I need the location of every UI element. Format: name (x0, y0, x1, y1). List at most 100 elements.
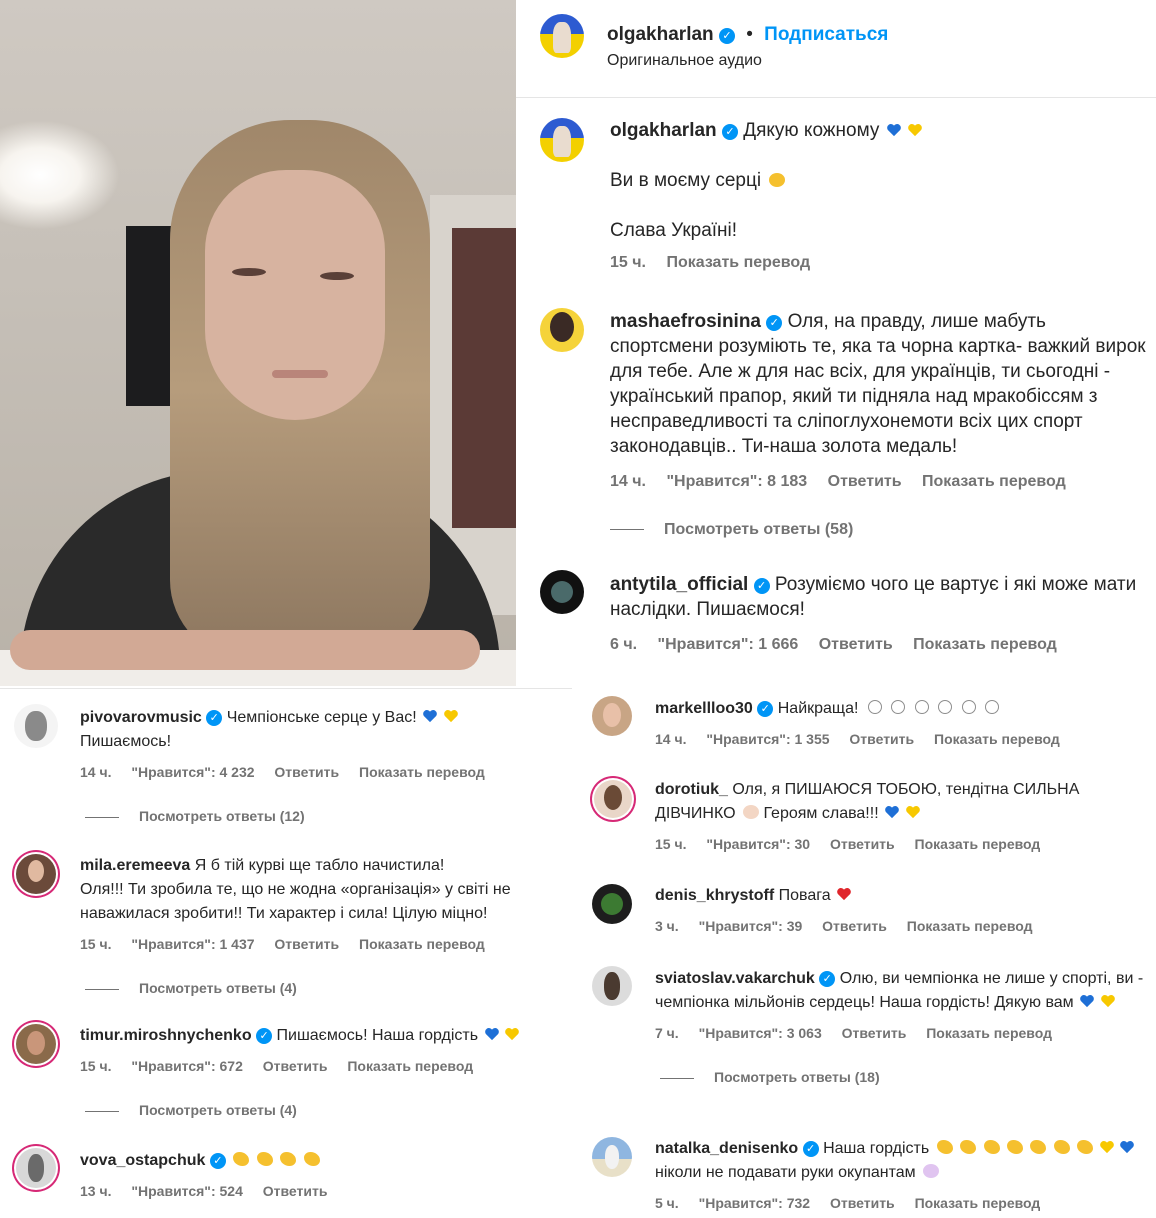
commenter-username[interactable]: antytila_official (610, 574, 748, 595)
clapping-hands-icon (280, 1152, 297, 1166)
caption-translate-link[interactable]: Показать перевод (666, 254, 810, 271)
commenter-username[interactable]: pivovarovmusic (80, 709, 202, 726)
comment-likes[interactable]: "Нравится": 8 183 (666, 473, 807, 490)
commenter-avatar[interactable] (592, 696, 632, 736)
reply-button[interactable]: Ответить (274, 936, 339, 952)
commenter-avatar[interactable] (592, 1137, 632, 1177)
translate-link[interactable]: Показать перевод (926, 1025, 1052, 1041)
comment-body: denis_khrystoff Повага 3 ч. "Нравится": … (655, 884, 1145, 938)
commenter-avatar[interactable] (16, 1148, 56, 1188)
reply-button[interactable]: Ответить (830, 1195, 895, 1211)
commenter-username[interactable]: natalka_denisenko (655, 1140, 798, 1157)
comment-time: 15 ч. (80, 936, 112, 952)
comment-text-block: natalka_denisenko ✓ Наша гордість (655, 1137, 1145, 1161)
blue-heart-icon (885, 806, 899, 819)
comment-body: mila.eremeeva Я б тій курві ще табло нач… (80, 854, 560, 1000)
comment-likes[interactable]: "Нравится": 3 063 (699, 1025, 822, 1041)
comment-text-block: markellloo30 ✓ Найкраща! (655, 697, 1145, 721)
commenter-username[interactable]: mila.eremeeva (80, 857, 190, 874)
commenter-username[interactable]: vova_ostapchuk (80, 1152, 205, 1169)
commenter-username[interactable]: denis_khrystoff (655, 887, 774, 904)
commenter-username[interactable]: dorotiuk_ (655, 781, 728, 798)
commenter-avatar[interactable] (14, 704, 58, 748)
comment-likes[interactable]: "Нравится": 524 (131, 1183, 242, 1199)
commenter-username[interactable]: markellloo30 (655, 700, 753, 717)
reply-button[interactable]: Ответить (849, 731, 914, 747)
translate-link[interactable]: Показать перевод (907, 918, 1033, 934)
comment-meta: 15 ч. "Нравится": 30 Ответить Показать п… (655, 832, 1145, 856)
translate-link[interactable]: Показать перевод (347, 1058, 473, 1074)
reply-button[interactable]: Ответить (822, 918, 887, 934)
caption-avatar[interactable] (540, 118, 584, 162)
reply-button[interactable]: Ответить (819, 636, 893, 653)
comment-text-block: antytila_official ✓ Розуміємо чого це ва… (610, 572, 1150, 622)
comment-likes[interactable]: "Нравится": 1 666 (658, 636, 799, 653)
caption-text-3: Слава Україні! (610, 220, 738, 241)
header-username[interactable]: olgakharlan (607, 24, 714, 45)
comment-likes[interactable]: "Нравится": 30 (706, 836, 810, 852)
commenter-username[interactable]: timur.miroshnychenko (80, 1027, 252, 1044)
commenter-username[interactable]: mashaefrosinina (610, 311, 761, 332)
comment-meta: 6 ч. "Нравится": 1 666 Ответить Показать… (610, 632, 1150, 657)
verified-badge-icon: ✓ (721, 124, 738, 140)
comment-meta: 14 ч. "Нравится": 4 232 Ответить Показат… (80, 760, 560, 784)
translate-link[interactable]: Показать перевод (359, 764, 485, 780)
translate-link[interactable]: Показать перевод (359, 936, 485, 952)
reel-video[interactable] (0, 0, 516, 686)
view-replies-label: Посмотреть ответы (4) (139, 1102, 297, 1118)
view-replies-button[interactable]: Посмотреть ответы (4) (85, 976, 560, 1000)
comment-time: 7 ч. (655, 1025, 679, 1041)
commenter-username[interactable]: sviatoslav.vakarchuk (655, 970, 815, 987)
comment-text-block: mila.eremeeva Я б тій курві ще табло нач… (80, 854, 560, 878)
yellow-heart-icon (1100, 995, 1115, 1008)
reply-button[interactable]: Ответить (263, 1058, 328, 1074)
translate-link[interactable]: Показать перевод (913, 636, 1057, 653)
comment-meta: 15 ч. "Нравится": 1 437 Ответить Показат… (80, 932, 560, 956)
view-replies-button[interactable]: Посмотреть ответы (58) (610, 517, 1154, 542)
comment-text: Наша гордість (823, 1140, 930, 1157)
comment-likes[interactable]: "Нравится": 1 437 (131, 936, 254, 952)
commenter-avatar[interactable] (540, 308, 584, 352)
commenter-avatar[interactable] (540, 570, 584, 614)
translate-link[interactable]: Показать перевод (915, 1195, 1041, 1211)
verified-badge-icon: ✓ (206, 710, 223, 726)
verified-badge-icon: ✓ (819, 971, 836, 987)
view-replies-button[interactable]: Посмотреть ответы (12) (85, 804, 560, 828)
verified-badge-icon: ✓ (802, 1141, 819, 1157)
comment-likes[interactable]: "Нравится": 672 (131, 1058, 242, 1074)
door (452, 228, 516, 528)
yellow-heart-icon (905, 806, 920, 819)
comment-text-2: Героям слава!!! (763, 805, 879, 822)
blue-heart-icon (423, 710, 437, 723)
comment-likes[interactable]: "Нравится": 732 (699, 1195, 810, 1211)
comment-meta: 3 ч. "Нравится": 39 Ответить Показать пе… (655, 914, 1145, 938)
reply-button[interactable]: Ответить (830, 836, 895, 852)
outline-heart-icon (867, 700, 882, 714)
follow-button[interactable]: Подписаться (764, 24, 888, 45)
view-replies-button[interactable]: Посмотреть ответы (4) (85, 1098, 560, 1122)
author-avatar[interactable] (540, 14, 584, 58)
reply-button[interactable]: Ответить (274, 764, 339, 780)
clapping-hands-icon (303, 1152, 320, 1166)
view-replies-button[interactable]: Посмотреть ответы (18) (660, 1065, 1145, 1089)
outline-heart-icon (891, 700, 906, 714)
caption-username[interactable]: olgakharlan (610, 120, 717, 141)
reply-button[interactable]: Ответить (842, 1025, 907, 1041)
comment-likes[interactable]: "Нравится": 39 (699, 918, 803, 934)
comment-text-block: mashaefrosinina ✓ Оля, на правду, лише м… (610, 309, 1154, 459)
translate-link[interactable]: Показать перевод (934, 731, 1060, 747)
commenter-avatar[interactable] (16, 854, 56, 894)
comment-likes[interactable]: "Нравится": 4 232 (131, 764, 254, 780)
reply-button[interactable]: Ответить (263, 1183, 328, 1199)
commenter-avatar[interactable] (594, 780, 632, 818)
translate-link[interactable]: Показать перевод (915, 836, 1041, 852)
commenter-avatar[interactable] (16, 1024, 56, 1064)
reply-button[interactable]: Ответить (828, 473, 902, 490)
comment-likes[interactable]: "Нравится": 1 355 (706, 731, 829, 747)
commenter-avatar[interactable] (592, 884, 632, 924)
comment-body: natalka_denisenko ✓ Наша гордість ніколи… (655, 1137, 1145, 1215)
translate-link[interactable]: Показать перевод (922, 473, 1066, 490)
lamp-glow (0, 120, 120, 230)
commenter-avatar[interactable] (592, 966, 632, 1006)
audio-label[interactable]: Оригинальное аудио (607, 52, 762, 70)
